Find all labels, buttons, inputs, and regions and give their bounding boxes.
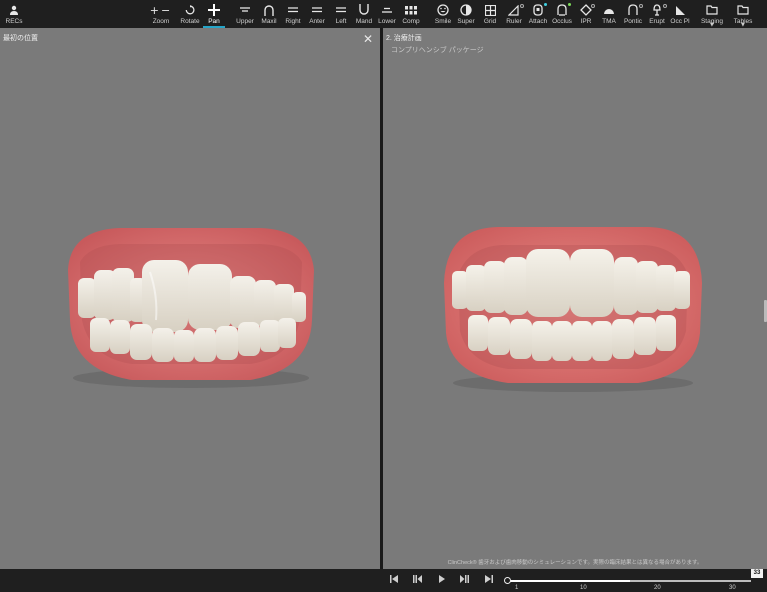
zoom-plus-minus-icon: +− bbox=[149, 3, 173, 17]
pontic-tooth-icon bbox=[627, 2, 639, 18]
grid-button[interactable]: Grid bbox=[480, 0, 500, 28]
tables-folder-icon bbox=[737, 2, 749, 18]
stage-timeline-progress bbox=[509, 580, 630, 582]
occlusal-plane-button[interactable]: Occ Pl bbox=[669, 0, 691, 28]
initial-position-view[interactable]: 最初の位置 ✕ bbox=[0, 28, 380, 569]
rotate-icon bbox=[185, 2, 195, 18]
right-panel-title: 2. 治療計画 bbox=[386, 35, 422, 42]
erupt-indicator-icon bbox=[663, 4, 667, 8]
ipr-indicator-icon bbox=[591, 4, 595, 8]
ruler-icon bbox=[508, 2, 520, 18]
step-forward-icon[interactable] bbox=[460, 575, 469, 586]
attachment-tooth-icon bbox=[533, 2, 543, 18]
anterior-view-icon bbox=[311, 2, 323, 18]
play-icon[interactable] bbox=[438, 575, 446, 586]
initial-teeth-3d-model[interactable] bbox=[60, 200, 322, 400]
current-stage-badge: 33 bbox=[751, 569, 763, 578]
tick-label-10: 10 bbox=[580, 585, 587, 591]
pan-cross-icon bbox=[208, 2, 220, 18]
skip-to-end-icon[interactable] bbox=[484, 575, 493, 586]
timeline-handle[interactable] bbox=[504, 577, 511, 584]
treatment-plan-view[interactable]: 2. 治療計画 コンプリヘンシブ パッケージ ClinCheck® 歯牙および歯… bbox=[383, 28, 767, 569]
occlus-status-dot-icon bbox=[568, 3, 571, 6]
compare-grid-icon bbox=[405, 2, 417, 18]
staging-folder-icon bbox=[706, 2, 718, 18]
left-view-button[interactable]: Left bbox=[331, 0, 351, 28]
maxillary-arch-icon bbox=[263, 2, 275, 18]
step-back-icon[interactable] bbox=[413, 575, 422, 586]
close-icon[interactable]: ✕ bbox=[363, 33, 373, 45]
tma-button[interactable]: TMA bbox=[599, 0, 619, 28]
tick-label-1: 1 bbox=[515, 585, 519, 591]
upper-arch-icon bbox=[239, 2, 251, 18]
occlusal-plane-icon bbox=[675, 2, 686, 18]
upper-view-button[interactable]: Upper bbox=[235, 0, 255, 28]
lower-arch-icon bbox=[381, 2, 393, 18]
smile-icon bbox=[437, 2, 449, 18]
anterior-view-button[interactable]: Anter bbox=[307, 0, 327, 28]
tma-gauge-icon bbox=[603, 2, 615, 18]
left-view-icon bbox=[335, 2, 347, 18]
zoom-button[interactable]: +− Zoom bbox=[146, 0, 176, 28]
maxillary-view-button[interactable]: Maxil bbox=[259, 0, 279, 28]
rotate-button[interactable]: Rotate bbox=[180, 0, 200, 28]
person-icon bbox=[9, 2, 19, 18]
package-subtitle: コンプリヘンシブ パッケージ bbox=[391, 47, 484, 54]
occlusion-tooth-icon bbox=[556, 2, 568, 18]
smile-button[interactable]: Smile bbox=[433, 0, 453, 28]
superimpose-icon bbox=[460, 2, 472, 18]
left-panel-title: 最初の位置 bbox=[3, 35, 38, 42]
grid-icon bbox=[484, 2, 496, 18]
tick-label-30: 30 bbox=[729, 585, 736, 591]
eruption-tooth-icon bbox=[651, 2, 663, 18]
compare-view-button[interactable]: Comp bbox=[401, 0, 421, 28]
treatment-teeth-3d-model[interactable] bbox=[438, 223, 708, 398]
simulation-disclaimer: ClinCheck® 歯牙および歯肉移動のシミュレーションです。実際の臨床結果と… bbox=[447, 560, 703, 566]
recs-button[interactable]: RECs bbox=[5, 0, 23, 28]
right-view-button[interactable]: Right bbox=[283, 0, 303, 28]
tick-label-20: 20 bbox=[654, 585, 661, 591]
mandibular-view-button[interactable]: Mand bbox=[354, 0, 374, 28]
superimpose-button[interactable]: Super bbox=[456, 0, 476, 28]
top-toolbar: RECs +− Zoom Rotate Pan Upper Maxil Righ… bbox=[0, 0, 767, 28]
pan-button[interactable]: Pan bbox=[204, 0, 224, 28]
ruler-indicator-icon bbox=[520, 4, 524, 8]
right-view-icon bbox=[287, 2, 299, 18]
mandibular-arch-icon bbox=[358, 2, 370, 18]
pontic-indicator-icon bbox=[639, 4, 643, 8]
lower-view-button[interactable]: Lower bbox=[377, 0, 397, 28]
skip-to-start-icon[interactable] bbox=[390, 575, 399, 586]
attach-status-dot-icon bbox=[544, 3, 547, 6]
